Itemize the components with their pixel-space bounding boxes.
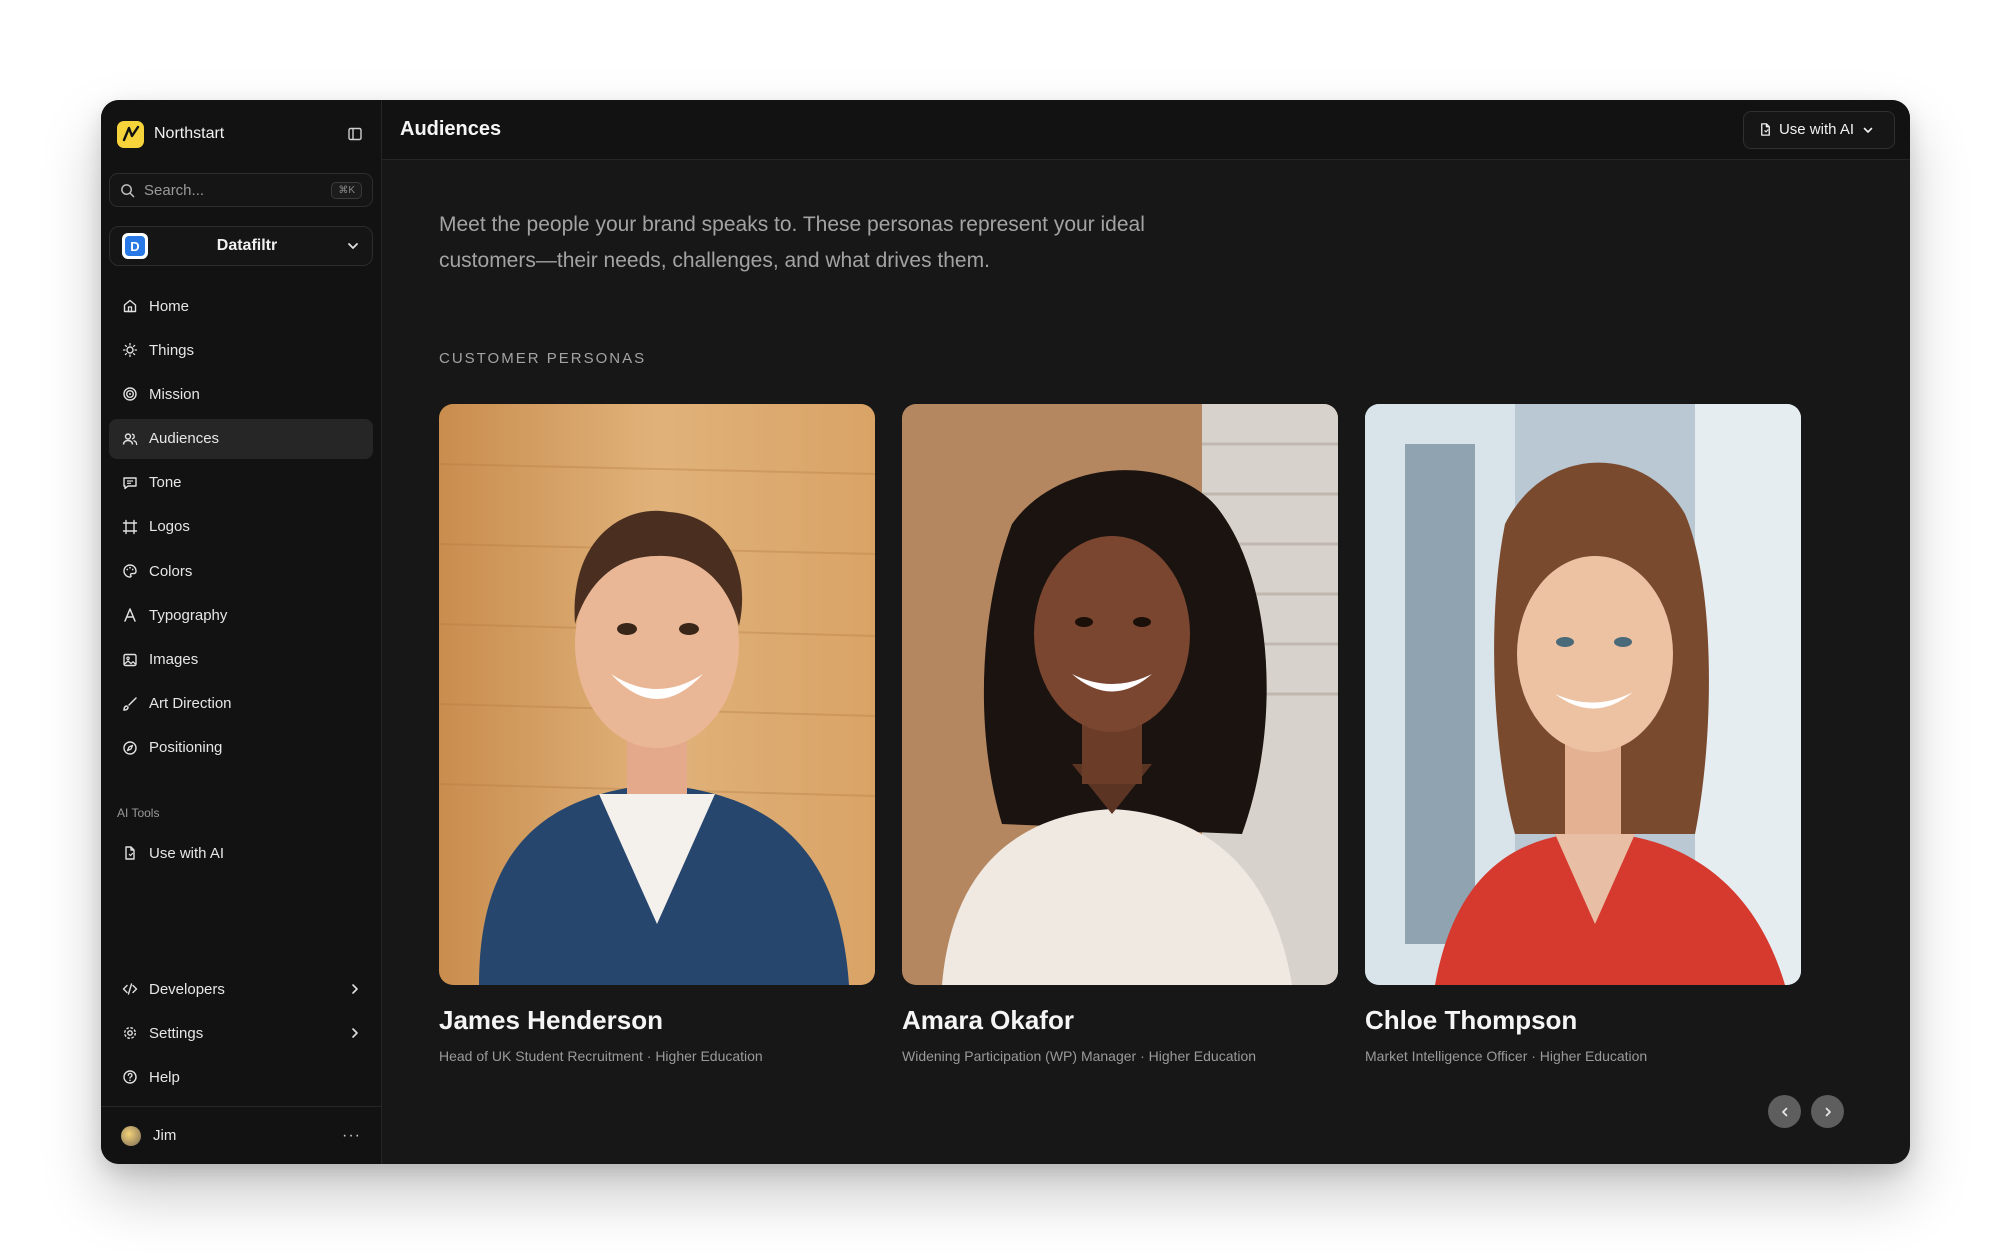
sidebar-item-developers[interactable]: Developers bbox=[109, 969, 373, 1009]
gear-icon bbox=[121, 1024, 139, 1042]
sidebar-item-logos[interactable]: Logos bbox=[109, 507, 373, 547]
sidebar-item-label: Developers bbox=[149, 980, 225, 998]
persona-photo bbox=[1365, 404, 1801, 985]
sidebar-item-label: Use with AI bbox=[149, 844, 225, 862]
sidebar-item-settings[interactable]: Settings bbox=[109, 1013, 373, 1053]
intro-text: Meet the people your brand speaks to. Th… bbox=[439, 213, 1145, 272]
lightbulb-icon bbox=[121, 341, 139, 359]
sidebar-item-label: Colors bbox=[149, 562, 193, 580]
brand-header: Northstart bbox=[117, 117, 365, 151]
sidebar-item-label: Tone bbox=[149, 474, 182, 492]
ai-tools-section-label: AI Tools bbox=[117, 806, 160, 820]
chevron-down-icon bbox=[1863, 127, 1873, 133]
sidebar-item-use-with-ai[interactable]: Use with AI bbox=[109, 833, 373, 873]
type-icon bbox=[121, 606, 139, 624]
avatar bbox=[121, 1125, 141, 1146]
sidebar-item-help[interactable]: Help bbox=[109, 1057, 373, 1097]
user-name: Jim bbox=[153, 1127, 177, 1144]
persona-carousel: James Henderson Head of UK Student Recru… bbox=[439, 404, 1831, 1064]
sidebar-item-colors[interactable]: Colors bbox=[109, 551, 373, 591]
sidebar-item-things[interactable]: Things bbox=[109, 330, 373, 370]
persona-card[interactable]: James Henderson Head of UK Student Recru… bbox=[439, 404, 875, 1064]
top-bar: Audiences Use with AI bbox=[382, 100, 1910, 160]
persona-role: Widening Participation (WP) Manager · Hi… bbox=[902, 1048, 1257, 1064]
sidebar-item-label: Images bbox=[149, 651, 199, 668]
file-ai-icon bbox=[1761, 123, 1770, 136]
page-title: Audiences bbox=[400, 118, 502, 140]
persona-role: Head of UK Student Recruitment · Higher … bbox=[439, 1048, 763, 1064]
sidebar-item-label: Typography bbox=[149, 606, 228, 624]
sidebar-item-home[interactable]: Home bbox=[109, 286, 373, 326]
section-heading: CUSTOMER PERSONAS bbox=[439, 350, 647, 367]
home-icon bbox=[121, 297, 139, 315]
chevron-down-icon bbox=[348, 243, 358, 249]
sidebar-item-typography[interactable]: Typography bbox=[109, 595, 373, 635]
chevron-left-icon bbox=[1781, 1107, 1787, 1116]
sidebar-item-positioning[interactable]: Positioning bbox=[109, 728, 373, 768]
frame-icon bbox=[121, 518, 139, 536]
brush-icon bbox=[121, 695, 139, 713]
persona-name: James Henderson bbox=[439, 1005, 663, 1035]
persona-card[interactable]: Amara Okafor Widening Participation (WP)… bbox=[902, 404, 1338, 1064]
bottom-nav: Developers Settings Help bbox=[109, 969, 373, 1102]
main-nav: Home Things Mission Audiences Tone Logos bbox=[109, 286, 373, 772]
sidebar-item-label: Mission bbox=[149, 385, 200, 403]
chevron-right-icon bbox=[1825, 1107, 1831, 1116]
use-with-ai-label: Use with AI bbox=[1778, 121, 1854, 138]
sidebar-item-audiences[interactable]: Audiences bbox=[109, 418, 373, 459]
help-icon bbox=[121, 1068, 139, 1086]
users-icon bbox=[121, 430, 139, 448]
sidebar-item-images[interactable]: Images bbox=[109, 640, 373, 680]
carousel-controls bbox=[1768, 1095, 1844, 1128]
carousel-next-button[interactable] bbox=[1811, 1095, 1844, 1128]
northstart-logo-icon[interactable] bbox=[117, 120, 144, 148]
sidebar-item-tone[interactable]: Tone bbox=[109, 463, 373, 503]
persona-name: Amara Okafor bbox=[902, 1005, 1074, 1035]
sidebar-item-label: Logos bbox=[149, 518, 190, 536]
persona-role: Market Intelligence Officer · Higher Edu… bbox=[1365, 1048, 1648, 1064]
image-icon bbox=[121, 651, 139, 669]
target-icon bbox=[121, 385, 139, 403]
more-options-icon[interactable]: ··· bbox=[342, 1127, 361, 1145]
use-with-ai-button[interactable]: Use with AI bbox=[1742, 110, 1895, 149]
sidebar-item-label: Settings bbox=[149, 1024, 204, 1042]
persona-name: Chloe Thompson bbox=[1365, 1005, 1578, 1035]
search-input[interactable]: Search... ⌘K bbox=[109, 173, 373, 207]
app-window: Northstart Search... ⌘K D Datafiltr Home… bbox=[101, 100, 1910, 1164]
palette-icon bbox=[121, 562, 139, 580]
persona-card[interactable]: Chloe Thompson Market Intelligence Offic… bbox=[1365, 404, 1801, 1064]
workspace-name: Datafiltr bbox=[216, 237, 278, 254]
carousel-prev-button[interactable] bbox=[1768, 1095, 1801, 1128]
file-ai-icon bbox=[121, 844, 139, 862]
code-icon bbox=[121, 980, 139, 998]
chevron-right-icon bbox=[352, 984, 358, 994]
brand-name: Northstart bbox=[154, 125, 225, 142]
message-icon bbox=[121, 474, 139, 492]
sidebar: Northstart Search... ⌘K D Datafiltr Home… bbox=[101, 100, 382, 1164]
ai-tools-nav: Use with AI bbox=[109, 833, 373, 877]
user-profile-row[interactable]: Jim ··· bbox=[101, 1106, 381, 1164]
search-shortcut: ⌘K bbox=[331, 181, 362, 199]
sidebar-item-art-direction[interactable]: Art Direction bbox=[109, 684, 373, 724]
search-placeholder: Search... bbox=[144, 181, 205, 199]
sidebar-item-label: Art Direction bbox=[149, 695, 232, 713]
workspace-selector[interactable]: D Datafiltr bbox=[109, 226, 373, 266]
search-icon bbox=[121, 183, 135, 197]
sidebar-item-label: Audiences bbox=[149, 430, 220, 448]
persona-photo bbox=[902, 404, 1338, 985]
workspace-badge: D bbox=[122, 233, 148, 259]
sidebar-item-label: Home bbox=[149, 297, 190, 315]
main-content: Audiences Use with AI Meet the people yo… bbox=[382, 100, 1910, 1164]
sidebar-item-label: Things bbox=[149, 341, 195, 359]
sidebar-toggle-icon[interactable] bbox=[345, 124, 365, 144]
chevron-right-icon bbox=[352, 1028, 358, 1038]
sidebar-item-mission[interactable]: Mission bbox=[109, 374, 373, 414]
sidebar-item-label: Help bbox=[149, 1068, 180, 1086]
persona-photo bbox=[439, 404, 875, 985]
sidebar-item-label: Positioning bbox=[149, 739, 223, 757]
compass-icon bbox=[121, 739, 139, 757]
